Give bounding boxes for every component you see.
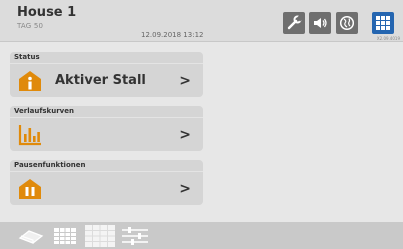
section-heading: Pausenfunktionen	[10, 160, 203, 171]
settings-sliders-button[interactable]	[118, 222, 152, 249]
section-heading: Status	[10, 52, 203, 63]
header-bar: House 1 TAG 50 12.09.2018 13:12 X2.09.40…	[0, 0, 403, 42]
table-light-icon	[85, 224, 115, 247]
settings-button[interactable]	[283, 12, 305, 34]
wrench-icon	[287, 15, 302, 30]
pause-functions-row[interactable]: >	[10, 171, 203, 205]
build-version: X2.09.4019	[376, 36, 400, 41]
section-heading: Verlaufskurven	[10, 106, 203, 117]
active-barn-label: Aktiver Stall	[55, 73, 146, 88]
pause-barn-icon	[19, 179, 41, 199]
datetime: 12.09.2018 13:12	[141, 31, 204, 39]
eraser-icon	[18, 229, 44, 244]
history-curves-section: Verlaufskurven >	[10, 106, 203, 151]
info-icon	[19, 71, 41, 91]
table-icon	[54, 227, 76, 244]
table-overview-button[interactable]	[83, 222, 117, 249]
pause-functions-section: Pausenfunktionen >	[10, 160, 203, 205]
sound-button[interactable]	[309, 12, 331, 34]
chevron-right-icon: >	[179, 127, 191, 143]
language-button[interactable]	[336, 12, 358, 34]
bar-chart-icon	[18, 125, 41, 146]
globe-icon	[339, 15, 355, 31]
footer-bar	[0, 222, 403, 249]
speaker-icon	[314, 18, 327, 28]
menu-grid-button[interactable]	[372, 12, 394, 34]
page-title: House 1	[17, 5, 77, 20]
history-curves-row[interactable]: >	[10, 117, 203, 151]
grid-icon	[376, 16, 390, 30]
status-section: Status Aktiver Stall >	[10, 52, 203, 97]
table-view-button[interactable]	[48, 222, 82, 249]
chevron-right-icon: >	[179, 73, 191, 89]
sliders-icon	[122, 226, 148, 245]
clear-button[interactable]	[14, 222, 48, 249]
status-row[interactable]: Aktiver Stall >	[10, 63, 203, 97]
chevron-right-icon: >	[179, 181, 191, 197]
day-counter: TAG 50	[17, 22, 44, 30]
